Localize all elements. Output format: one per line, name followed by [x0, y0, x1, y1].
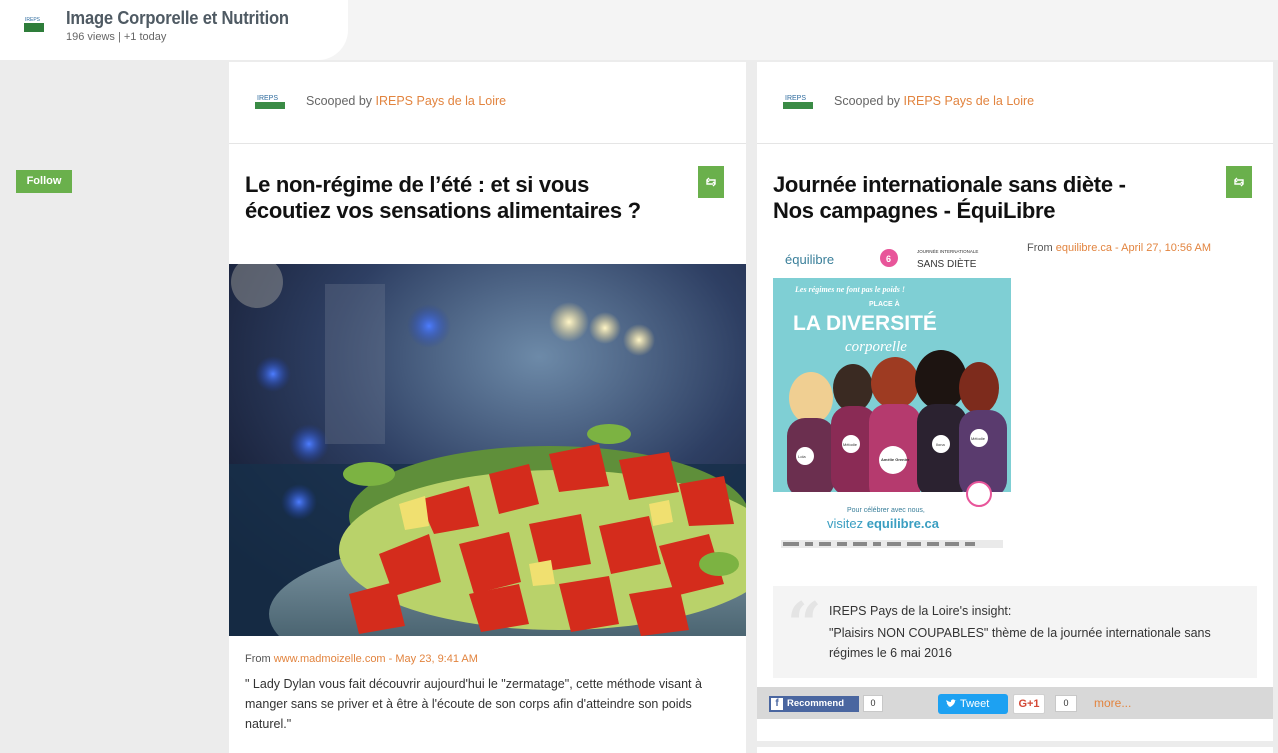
google-plus-count: 0 [1055, 695, 1077, 712]
source-prefix: From [245, 653, 274, 665]
post-card: IREPS Scooped by IREPS Pays de la Loire … [757, 62, 1273, 741]
top-bar: IREPS Image Corporelle et Nutrition 196 … [0, 0, 1278, 60]
more-share-link[interactable]: more... [1094, 696, 1131, 710]
poster-image[interactable]: équilibre 6 MAI JOURNÉE INTERNATIONALE S… [773, 238, 1011, 556]
insight-text: "Plaisirs NON COUPABLES" thème de la jou… [829, 626, 1211, 660]
topic-title[interactable]: Image Corporelle et Nutrition [66, 8, 289, 29]
source-date: - May 23, 9:41 AM [385, 653, 478, 665]
topic-logo-icon[interactable]: IREPS [24, 14, 44, 32]
insight-label: IREPS Pays de la Loire's insight: [829, 604, 1012, 618]
post-image[interactable] [229, 264, 746, 636]
poster-name-tag: Amélie Grenier [881, 457, 910, 462]
curator-avatar[interactable]: IREPS [255, 93, 285, 109]
poster-day-number: 6 [886, 254, 891, 264]
curator-insight: “ IREPS Pays de la Loire's insight: "Pla… [773, 586, 1257, 678]
tweet-button[interactable]: Tweet [938, 694, 1008, 714]
poster-cta-link: equilibre.ca [867, 516, 940, 531]
scooped-by: Scooped by IREPS Pays de la Loire [306, 94, 506, 108]
scooped-by: Scooped by IREPS Pays de la Loire [834, 94, 1034, 108]
source-line: From equilibre.ca - April 27, 10:56 AM [1027, 242, 1211, 254]
rescoop-button[interactable] [698, 166, 724, 198]
curator-link[interactable]: IREPS Pays de la Loire [376, 94, 507, 108]
next-post-card [757, 741, 1273, 753]
post-title[interactable]: Journée internationale sans diète - Nos … [773, 172, 1153, 224]
poster-graphic: équilibre 6 MAI JOURNÉE INTERNATIONALE S… [773, 238, 1011, 556]
tweet-label: Tweet [960, 698, 990, 710]
post-title[interactable]: Le non-régime de l’été : et si vous écou… [245, 172, 665, 224]
rescoop-button[interactable] [1226, 166, 1252, 198]
left-sidebar [0, 60, 228, 753]
source-prefix: From [1027, 242, 1056, 254]
google-plus-button[interactable]: G+1 [1013, 694, 1045, 714]
post-description: " Lady Dylan vous fait découvrir aujourd… [245, 677, 702, 731]
poster-name-tag: Mélodie [843, 442, 858, 447]
salad-photo [229, 264, 746, 636]
twitter-icon [946, 699, 957, 708]
poster-name-tag: Mélodie [971, 436, 986, 441]
rescoop-icon [1234, 177, 1244, 187]
svg-text:visitez equilibre.ca: visitez equilibre.ca [827, 516, 940, 531]
poster-cta-small: Pour célébrer avec nous, [847, 507, 925, 514]
topic-header: IREPS Image Corporelle et Nutrition 196 … [0, 0, 348, 60]
poster-headline: LA DIVERSITÉ [793, 312, 937, 335]
topic-stats: 196 views | +1 today [66, 31, 167, 43]
curator-link[interactable]: IREPS Pays de la Loire [904, 94, 1035, 108]
poster-subhead: corporelle [845, 339, 907, 355]
topic-logo-text: IREPS [25, 17, 41, 23]
curator-avatar[interactable]: IREPS [783, 93, 813, 109]
recommend-count: 0 [863, 695, 883, 712]
poster-place-a: PLACE À [869, 299, 900, 308]
source-line: From www.madmoizelle.com - May 23, 9:41 … [245, 653, 478, 665]
poster-tagline: Les régimes ne font pas le poids ! [794, 285, 905, 294]
curator-avatar-text: IREPS [785, 95, 806, 102]
post-card: IREPS Scooped by IREPS Pays de la Loire … [229, 62, 746, 753]
facebook-icon: f [771, 698, 783, 710]
scooped-by-label: Scooped by [834, 94, 904, 108]
scoop-header: IREPS Scooped by IREPS Pays de la Loire [757, 62, 1273, 144]
source-link[interactable]: equilibre.ca [1056, 242, 1112, 254]
scoop-header: IREPS Scooped by IREPS Pays de la Loire [229, 62, 746, 144]
poster-name-tag: Lola [798, 454, 806, 459]
share-bar: f Recommend 0 Tweet G+1 0 more... [757, 687, 1273, 719]
facebook-recommend-button[interactable]: f Recommend [769, 696, 859, 712]
poster-event-small: JOURNÉE INTERNATIONALE [917, 248, 978, 254]
source-date: - April 27, 10:56 AM [1112, 242, 1212, 254]
quote-icon: “ [787, 590, 822, 660]
source-link[interactable]: www.madmoizelle.com [274, 653, 386, 665]
scooped-by-label: Scooped by [306, 94, 376, 108]
poster-cta-prefix: visitez [827, 516, 867, 531]
poster-event-big: SANS DIÈTE [917, 257, 977, 270]
recommend-label: Recommend [787, 698, 845, 709]
curator-avatar-text: IREPS [257, 95, 278, 102]
poster-name-tag: Ilona [936, 442, 945, 447]
follow-button[interactable]: Follow [16, 170, 72, 193]
poster-brand: équilibre [785, 252, 834, 267]
poster-day-month: MAI [882, 270, 889, 275]
rescoop-icon [706, 177, 716, 187]
